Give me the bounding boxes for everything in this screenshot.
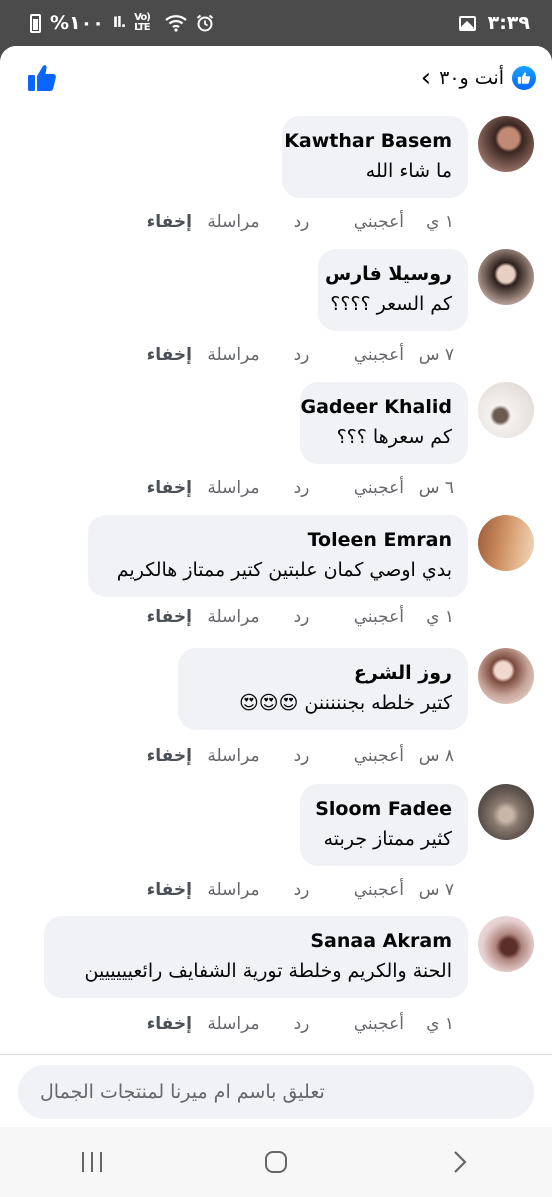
alarm-icon: [197, 14, 214, 32]
comment-bubble: Gadeer Khalid كم سعرها ؟؟؟: [300, 382, 468, 464]
comment-actions: ٧ س أعجبني رد مراسلة إخفاء: [147, 880, 454, 900]
comment-author[interactable]: روسيلا فارس: [325, 259, 452, 289]
message-link[interactable]: مراسلة: [192, 1014, 275, 1034]
like-link[interactable]: أعجبني: [328, 345, 404, 365]
hide-link[interactable]: إخفاء: [147, 746, 192, 766]
comment-author[interactable]: Toleen Emran: [104, 525, 452, 555]
hide-link[interactable]: إخفاء: [147, 880, 192, 900]
home-icon: [265, 1151, 287, 1173]
hide-link[interactable]: إخفاء: [147, 478, 192, 498]
like-link[interactable]: أعجبني: [328, 607, 404, 627]
avatar[interactable]: [478, 515, 534, 571]
comment-actions: ١ ي أعجبني رد مراسلة إخفاء: [147, 1014, 454, 1034]
comment-time[interactable]: ١ ي: [404, 607, 454, 627]
comment-text: الحنة والكريم وخلطة تورية الشفايف رائعيي…: [84, 960, 453, 982]
message-link[interactable]: مراسلة: [192, 345, 275, 365]
reply-link[interactable]: رد: [275, 478, 328, 498]
comment-author[interactable]: Sloom Fadee: [315, 794, 452, 824]
reply-link[interactable]: رد: [275, 345, 328, 365]
signal-icon: Il.: [112, 15, 126, 31]
recent-apps-icon: [82, 1152, 102, 1172]
comment-time[interactable]: ٨ س: [404, 746, 454, 766]
comment-time[interactable]: ٧ س: [404, 880, 454, 900]
comments-sheet: ‹ أنت و٣٠ Kawthar Basem ما شاء الله ١ ي …: [0, 46, 552, 1197]
reply-link[interactable]: رد: [275, 1014, 328, 1034]
message-link[interactable]: مراسلة: [192, 212, 275, 232]
comment-bubble: Sloom Fadee كثير ممتاز جربته: [300, 784, 468, 866]
like-link[interactable]: أعجبني: [328, 746, 404, 766]
message-link[interactable]: مراسلة: [192, 607, 275, 627]
battery-icon: [30, 13, 41, 33]
comment-bubble: Kawthar Basem ما شاء الله: [282, 116, 468, 198]
comment-text: كم السعر ؟؟؟؟: [330, 293, 452, 315]
back-button[interactable]: [430, 1137, 490, 1187]
status-left: %١٠٠ Il. Vo) LTE: [30, 12, 214, 34]
avatar[interactable]: [478, 382, 534, 438]
avatar[interactable]: [478, 116, 534, 172]
hide-link[interactable]: إخفاء: [147, 1014, 192, 1034]
comment-time[interactable]: ٦ س: [404, 478, 454, 498]
comment-actions: ٨ س أعجبني رد مراسلة إخفاء: [147, 746, 454, 766]
like-link[interactable]: أعجبني: [328, 212, 404, 232]
comment-bubble: Sanaa Akram الحنة والكريم وخلطة تورية ال…: [44, 916, 468, 998]
comment-author[interactable]: Kawthar Basem: [284, 126, 452, 156]
hide-link[interactable]: إخفاء: [147, 212, 192, 232]
recent-apps-button[interactable]: [62, 1137, 122, 1187]
system-navbar: [0, 1127, 552, 1197]
comment-input[interactable]: تعليق باسم ام ميرنا لمنتجات الجمال: [18, 1065, 534, 1119]
reply-link[interactable]: رد: [275, 880, 328, 900]
volte-icon: Vo) LTE: [134, 12, 151, 33]
battery-text: %١٠٠: [50, 12, 104, 34]
message-link[interactable]: مراسلة: [192, 746, 275, 766]
avatar[interactable]: [478, 784, 534, 840]
comment-input-placeholder: تعليق باسم ام ميرنا لمنتجات الجمال: [40, 1081, 325, 1103]
comment-actions: ٧ س أعجبني رد مراسلة إخفاء: [147, 345, 454, 365]
comment-text: بدي اوصي كمان علبتين كتير ممتاز هالكريم: [116, 559, 452, 581]
wifi-icon: [165, 15, 187, 32]
comment-actions: ٦ س أعجبني رد مراسلة إخفاء: [147, 478, 454, 498]
like-button-icon[interactable]: [26, 62, 58, 94]
comment-text: كم سعرها ؟؟؟: [336, 426, 452, 448]
like-reaction-icon: [512, 66, 536, 90]
comment-bubble: Toleen Emran بدي اوصي كمان علبتين كتير م…: [88, 515, 468, 597]
reactions-count: أنت و٣٠: [439, 67, 504, 89]
sheet-header: ‹ أنت و٣٠: [0, 46, 552, 110]
comment-time[interactable]: ١ ي: [404, 1014, 454, 1034]
comment-text: كثير ممتاز جربته: [323, 828, 452, 850]
like-link[interactable]: أعجبني: [328, 1014, 404, 1034]
message-link[interactable]: مراسلة: [192, 478, 275, 498]
status-bar: %١٠٠ Il. Vo) LTE ٣:٣٩: [0, 0, 552, 46]
clock: ٣:٣٩: [487, 12, 530, 34]
avatar[interactable]: [478, 249, 534, 305]
reply-link[interactable]: رد: [275, 607, 328, 627]
chevron-left-icon: ‹: [420, 63, 432, 93]
comment-text: كتير خلطه بجنننننن 😍😍😍: [238, 692, 452, 714]
comment-text: ما شاء الله: [365, 160, 452, 182]
comment-author[interactable]: Gadeer Khalid: [301, 392, 452, 422]
hide-link[interactable]: إخفاء: [147, 607, 192, 627]
comment-actions: ١ ي أعجبني رد مراسلة إخفاء: [147, 607, 454, 627]
avatar[interactable]: [478, 916, 534, 972]
comment-author[interactable]: Sanaa Akram: [60, 926, 452, 956]
avatar[interactable]: [478, 648, 534, 704]
comment-bubble: روسيلا فارس كم السعر ؟؟؟؟: [318, 249, 468, 331]
reply-link[interactable]: رد: [275, 212, 328, 232]
like-link[interactable]: أعجبني: [328, 478, 404, 498]
divider: [0, 1054, 552, 1055]
gallery-icon: [458, 15, 476, 31]
home-button[interactable]: [246, 1137, 306, 1187]
status-right: ٣:٣٩: [458, 12, 530, 34]
message-link[interactable]: مراسلة: [192, 880, 275, 900]
reply-link[interactable]: رد: [275, 746, 328, 766]
reactions-summary[interactable]: ‹ أنت و٣٠: [421, 65, 536, 91]
like-link[interactable]: أعجبني: [328, 880, 404, 900]
comment-author[interactable]: روز الشرع: [194, 658, 452, 688]
hide-link[interactable]: إخفاء: [147, 345, 192, 365]
comment-time[interactable]: ٧ س: [404, 345, 454, 365]
comment-actions: ١ ي أعجبني رد مراسلة إخفاء: [147, 212, 454, 232]
chevron-right-icon: [454, 1151, 467, 1173]
comment-time[interactable]: ١ ي: [404, 212, 454, 232]
comment-bubble: روز الشرع كتير خلطه بجنننننن 😍😍😍: [178, 648, 468, 730]
